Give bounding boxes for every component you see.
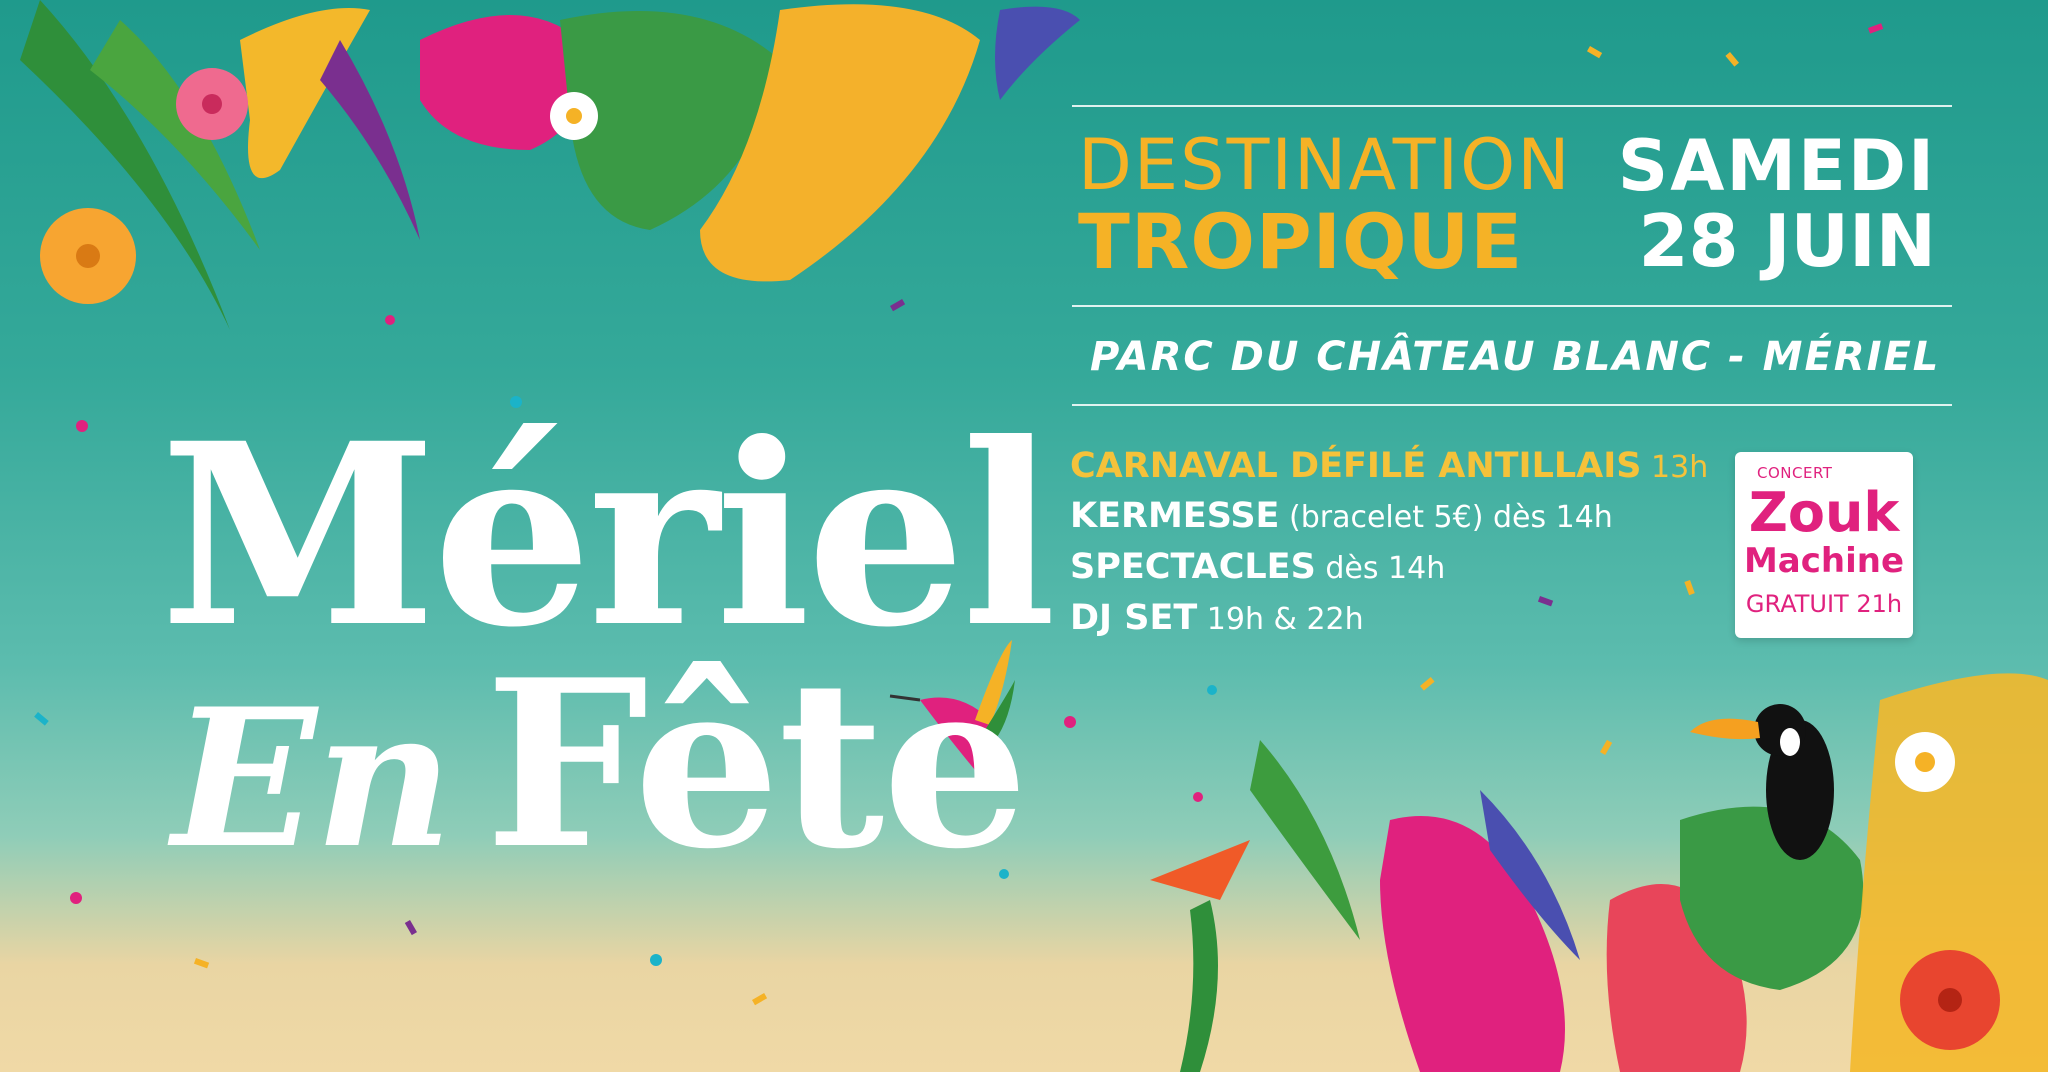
white-flower-center <box>566 108 582 124</box>
stem <box>1180 900 1218 1072</box>
theme-line1: DESTINATION <box>1078 124 1572 206</box>
divider-top <box>1072 105 1952 107</box>
theme-line2: TROPIQUE <box>1078 197 1524 286</box>
pink-banana-leaf <box>1380 816 1565 1072</box>
concert-badge: CONCERT Zouk Machine GRATUIT 21h <box>1735 452 1913 638</box>
theme-block: DESTINATION TROPIQUE <box>1078 130 1572 280</box>
hibiscus-pink-center <box>202 94 222 114</box>
event-title-en: En <box>172 667 453 890</box>
program-item-spectacles: SPECTACLES dès 14h <box>1070 550 1445 585</box>
program-label: SPECTACLES <box>1070 547 1316 587</box>
top-left-foliage <box>20 0 1080 330</box>
event-title-fete: Fête <box>484 630 1029 900</box>
white-flower-right-center <box>1915 752 1935 772</box>
program-time: 13h <box>1641 450 1709 485</box>
fern-green <box>1250 740 1360 940</box>
event-title-line1: Mériel <box>160 388 1057 682</box>
event-title-line2: En Fête <box>172 650 1029 880</box>
program-time: (bracelet 5€) dès 14h <box>1279 500 1613 535</box>
concert-kicker: CONCERT <box>1757 464 1833 482</box>
program-label: KERMESSE <box>1070 496 1280 536</box>
hibiscus-orange-center <box>76 244 100 268</box>
divider-bottom <box>1072 404 1952 406</box>
program-label: DJ SET <box>1070 598 1198 638</box>
concert-info: GRATUIT 21h <box>1745 590 1903 618</box>
venue-text: PARC DU CHÂTEAU BLANC - MÉRIEL <box>1090 334 1941 380</box>
divider-middle <box>1072 305 1952 307</box>
program-item-kermesse: KERMESSE (bracelet 5€) dès 14h <box>1070 499 1613 534</box>
program-item-carnaval: CARNAVAL DÉFILÉ ANTILLAIS 13h <box>1070 449 1708 484</box>
program-time: 19h & 22h <box>1197 602 1364 637</box>
concert-name-line2: Machine <box>1743 541 1905 581</box>
date-block: SAMEDI 28 JUIN <box>1617 125 1936 283</box>
bottom-right-foliage <box>1150 673 2048 1072</box>
fern-purple <box>320 40 420 240</box>
concert-name-line1: Zouk <box>1748 481 1900 544</box>
program-item-dj-set: DJ SET 19h & 22h <box>1070 601 1364 636</box>
date-day: SAMEDI <box>1617 125 1936 207</box>
hibiscus-red-center <box>1938 988 1962 1012</box>
program-label: CARNAVAL DÉFILÉ ANTILLAIS <box>1070 446 1642 486</box>
bird-of-paradise <box>1150 840 1250 900</box>
date-date: 28 JUIN <box>1638 198 1936 283</box>
fern-blue <box>995 6 1080 101</box>
program-time: dès 14h <box>1315 551 1446 586</box>
